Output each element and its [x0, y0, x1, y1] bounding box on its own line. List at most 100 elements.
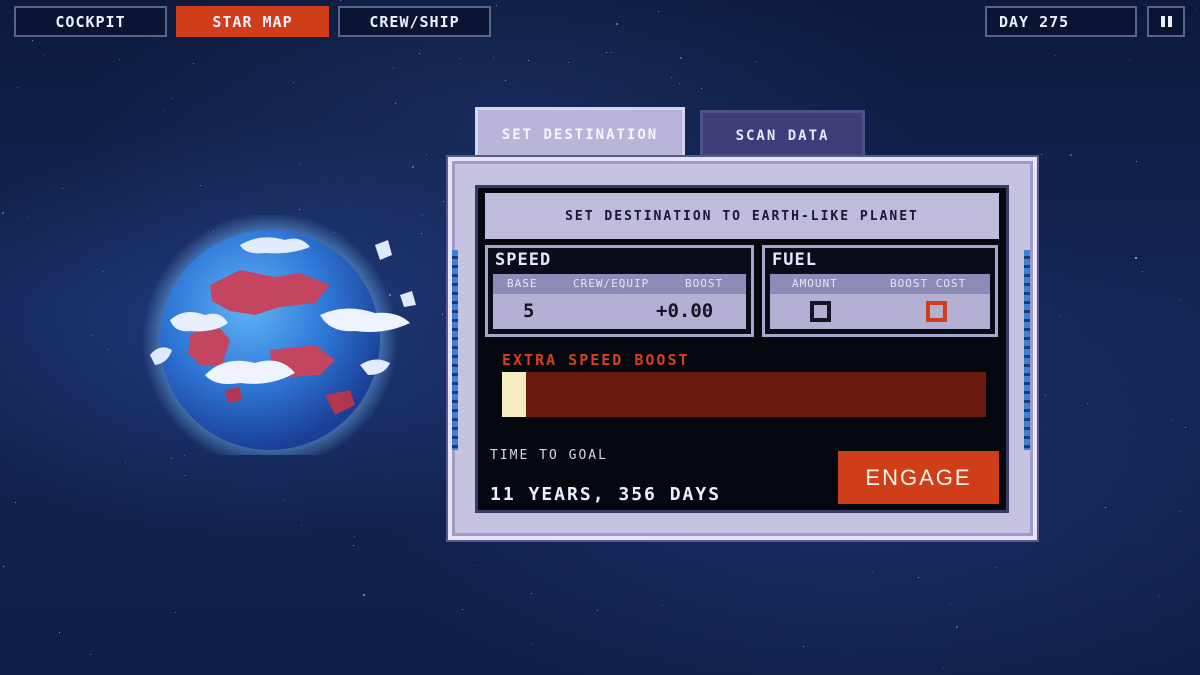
fuel-table: AMOUNT BOOST COST — [770, 274, 990, 329]
star — [658, 11, 659, 12]
fuel-column-headers: AMOUNT BOOST COST — [770, 274, 990, 294]
star — [1172, 419, 1173, 420]
nav-star-map-button[interactable]: STAR MAP — [176, 6, 329, 37]
speed-boost-value: +0.00 — [656, 300, 714, 322]
star — [59, 632, 60, 633]
star — [950, 603, 951, 604]
fuel-title: FUEL — [772, 250, 817, 270]
star — [171, 458, 172, 459]
tab-scan-data[interactable]: SCAN DATA — [700, 110, 865, 159]
star — [412, 166, 414, 168]
star — [943, 667, 944, 668]
star — [1135, 257, 1137, 259]
star — [17, 87, 18, 88]
star — [108, 349, 109, 350]
star — [995, 567, 996, 568]
star — [1142, 271, 1143, 272]
star — [493, 57, 494, 58]
star — [15, 502, 16, 503]
star — [462, 609, 463, 610]
star — [1045, 395, 1046, 396]
star — [505, 80, 506, 81]
star — [103, 271, 104, 272]
star — [611, 52, 612, 53]
star — [701, 88, 702, 89]
star — [393, 68, 394, 69]
speed-col-boost: BOOST — [685, 277, 724, 290]
star — [2, 212, 4, 214]
star — [616, 23, 618, 25]
star — [671, 77, 672, 78]
speed-column-headers: BASE CREW/EQUIP BOOST — [493, 274, 746, 294]
time-to-goal-value: 11 YEARS, 356 DAYS — [490, 484, 722, 505]
panel-side-strip-left — [452, 250, 458, 450]
speed-table: BASE CREW/EQUIP BOOST 5 +0.00 — [493, 274, 746, 329]
star — [680, 57, 682, 59]
planet-graphic — [142, 215, 416, 455]
star — [353, 545, 354, 546]
star — [28, 217, 29, 218]
star — [443, 201, 444, 202]
star — [460, 58, 461, 59]
star — [62, 188, 63, 189]
star — [1129, 60, 1130, 61]
fuel-col-boost-cost: BOOST COST — [890, 277, 967, 290]
speed-base-value: 5 — [523, 300, 535, 322]
star — [679, 83, 680, 84]
speed-col-base: BASE — [507, 277, 538, 290]
star — [1196, 9, 1197, 10]
star — [91, 335, 92, 336]
star — [3, 566, 4, 567]
star — [44, 55, 45, 56]
empty-square-icon — [810, 301, 831, 322]
star — [340, 0, 341, 1]
star — [426, 154, 427, 155]
star — [1158, 596, 1159, 597]
star — [496, 5, 497, 6]
tab-set-destination[interactable]: SET DESTINATION — [475, 107, 685, 159]
destination-banner: SET DESTINATION TO EARTH-LIKE PLANET — [485, 193, 999, 239]
extra-speed-boost-fill[interactable] — [502, 372, 527, 417]
star — [956, 626, 958, 628]
extra-speed-boost-slider[interactable] — [502, 372, 986, 417]
star — [200, 185, 201, 186]
star — [125, 462, 126, 463]
star — [1087, 403, 1088, 404]
engage-button[interactable]: ENGAGE — [838, 451, 999, 504]
star — [755, 61, 756, 62]
star — [1059, 316, 1060, 317]
star — [918, 577, 919, 578]
star — [1185, 427, 1186, 428]
star — [474, 565, 475, 566]
star — [300, 163, 301, 164]
star — [1145, 4, 1146, 5]
star — [1136, 161, 1137, 162]
star — [1055, 55, 1056, 56]
star — [9, 12, 10, 13]
nav-cockpit-button[interactable]: COCKPIT — [14, 6, 167, 37]
star — [354, 536, 355, 537]
speed-col-crew-equip: CREW/EQUIP — [573, 277, 650, 290]
pause-icon — [1160, 16, 1172, 27]
nav-crew-ship-button[interactable]: CREW/SHIP — [338, 6, 491, 37]
star — [172, 98, 173, 99]
star — [193, 63, 194, 64]
star — [419, 53, 420, 54]
planet[interactable] — [130, 215, 430, 455]
star — [299, 209, 300, 210]
pause-button[interactable] — [1147, 6, 1185, 37]
star — [442, 314, 443, 315]
star — [1070, 154, 1072, 156]
star — [606, 52, 607, 53]
extra-speed-boost-label: EXTRA SPEED BOOST — [502, 351, 690, 369]
star — [32, 40, 33, 41]
star — [363, 594, 365, 596]
star — [597, 610, 598, 611]
star — [568, 62, 569, 63]
star — [184, 455, 185, 456]
star — [803, 646, 804, 647]
star — [301, 525, 302, 526]
star — [1105, 507, 1106, 508]
star — [395, 103, 396, 104]
star — [119, 59, 120, 60]
